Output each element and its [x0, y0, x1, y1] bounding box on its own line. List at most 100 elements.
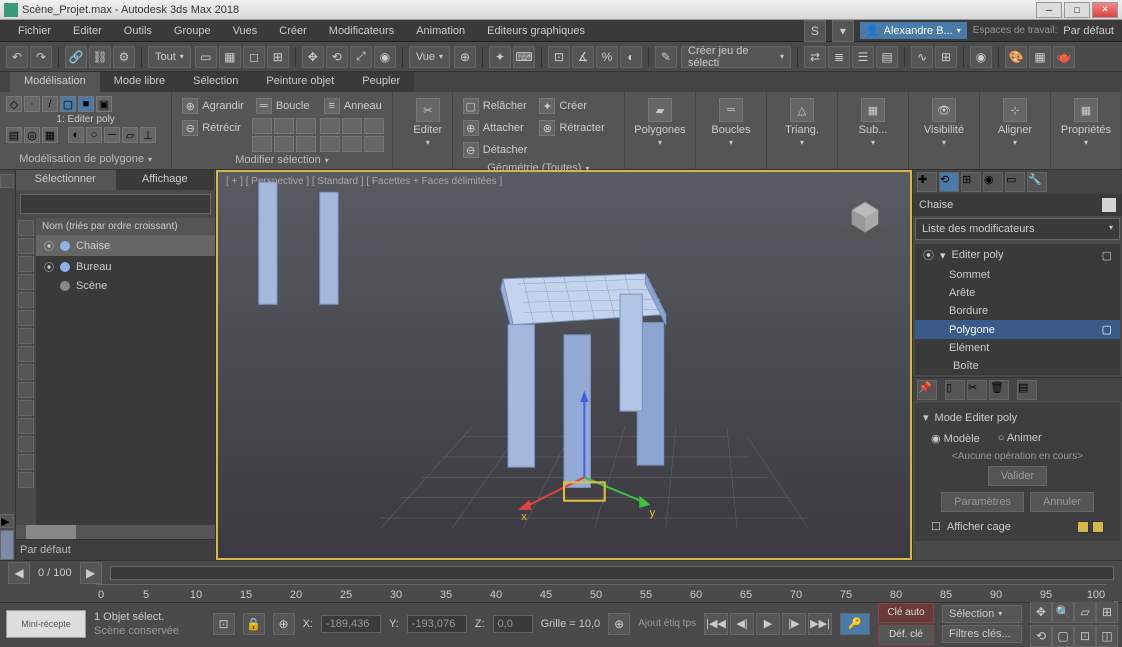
rollout-mode-editer-poly[interactable]: ▾Mode Editer poly	[919, 407, 1116, 428]
panel-title-modsel[interactable]: Modifier sélection▾	[178, 152, 386, 166]
filter-helpers-icon[interactable]	[18, 292, 34, 308]
menu-fichier[interactable]: Fichier	[8, 23, 61, 39]
visibility-icon[interactable]: ⦿	[44, 238, 54, 253]
nav-region-button[interactable]: ◫	[1096, 625, 1118, 647]
modifier-stack-icon[interactable]: ▤	[6, 127, 22, 143]
placement-button[interactable]: ◉	[374, 46, 396, 68]
gutter-thumbnail[interactable]	[0, 530, 14, 560]
subobj-border-icon[interactable]: ▢	[60, 96, 76, 112]
nav-fov-button[interactable]: ▱	[1074, 601, 1096, 623]
stack-polygone[interactable]: Polygone▢	[915, 320, 1120, 339]
add-time-tag-icon[interactable]: ⊕	[608, 613, 630, 635]
radio-modele[interactable]: ◉ Modèle	[931, 432, 980, 445]
tri-panel-button[interactable]: △Triang.▾	[773, 96, 831, 149]
nav-max-button[interactable]: ▢	[1052, 625, 1074, 647]
schematic-view-button[interactable]: ⊞	[935, 46, 957, 68]
filter-lights-icon[interactable]	[18, 256, 34, 272]
show-end-result-icon[interactable]: ▯	[945, 380, 965, 400]
scene-search-input[interactable]	[20, 194, 211, 214]
ribbon-tab-selection[interactable]: Sélection	[179, 72, 252, 92]
subdiv-panel-button[interactable]: ▦Sub...▾	[844, 96, 902, 149]
filter-geom-icon[interactable]	[18, 220, 34, 236]
scene-item-bureau[interactable]: ⦿Bureau	[36, 256, 215, 277]
filter-spacewarps-icon[interactable]	[18, 310, 34, 326]
nav-orbit-button[interactable]: ⟲	[1030, 625, 1052, 647]
next-frame-button[interactable]: |▶	[782, 613, 806, 635]
stack-boite[interactable]: Boîte	[915, 357, 1120, 375]
mirror-button[interactable]: ⇄	[804, 46, 826, 68]
ribbon-tab-mode-libre[interactable]: Mode libre	[100, 72, 179, 92]
percent-snap-button[interactable]: %	[596, 46, 618, 68]
named-selection-dropdown[interactable]: Créer jeu de sélecti▾	[681, 46, 791, 68]
viewcube[interactable]	[840, 192, 890, 242]
scene-item-scene[interactable]: Scène	[36, 277, 215, 295]
ribbon-tab-modelisation[interactable]: Modélisation	[10, 72, 100, 92]
nav-pan-button[interactable]: ✥	[1030, 601, 1052, 623]
redo-button[interactable]: ↷	[30, 46, 52, 68]
time-slider-track[interactable]	[110, 566, 1114, 580]
poly-mode-icon[interactable]: ◇	[6, 96, 22, 112]
render-frame-button[interactable]: ▦	[1029, 46, 1051, 68]
ref-coord-dropdown[interactable]: Vue▾	[409, 46, 450, 68]
filter-shapes-icon[interactable]	[18, 238, 34, 254]
select-region-button[interactable]: ◻	[243, 46, 265, 68]
nav-zoom-all-button[interactable]: ⊞	[1096, 601, 1118, 623]
modify-tab-icon[interactable]: ⟲	[939, 172, 959, 192]
maximize-button[interactable]: □	[1064, 2, 1090, 18]
time-prev-button[interactable]: ◀	[8, 562, 30, 584]
toggle-ribbon-button[interactable]: ▤	[876, 46, 898, 68]
isolate-icon[interactable]: ⊡	[213, 613, 235, 635]
snap-toggle-button[interactable]: ⊡	[548, 46, 570, 68]
workspace-value[interactable]: Par défaut	[1063, 25, 1114, 37]
lock-icon[interactable]: 🔒	[243, 613, 265, 635]
constraint-normal-icon[interactable]: ⊥	[140, 127, 156, 143]
angle-snap-button[interactable]: ∡	[572, 46, 594, 68]
filter-cameras-icon[interactable]	[18, 274, 34, 290]
filter-none-icon[interactable]	[18, 454, 34, 470]
loop-button[interactable]: ═Boucle	[252, 96, 316, 116]
display-tab-icon[interactable]: ▭	[1005, 172, 1025, 192]
utilities-tab-icon[interactable]: 🔧	[1027, 172, 1047, 192]
sel-lock-icon[interactable]: ⊕	[273, 613, 295, 635]
configure-sets-icon[interactable]: ▤	[1017, 380, 1037, 400]
stack-bordure[interactable]: Bordure	[915, 302, 1120, 320]
layers-button[interactable]: ☰	[852, 46, 874, 68]
make-unique-icon[interactable]: ✂	[967, 380, 987, 400]
menu-modificateurs[interactable]: Modificateurs	[319, 23, 404, 39]
subobj-edge-icon[interactable]: /	[42, 96, 58, 112]
align-button[interactable]: ≣	[828, 46, 850, 68]
motion-tab-icon[interactable]: ◉	[983, 172, 1003, 192]
spinner-snap-button[interactable]: ◐	[620, 46, 642, 68]
menu-creer[interactable]: Créer	[269, 23, 317, 39]
filter-groups-icon[interactable]	[18, 328, 34, 344]
scene-hscroll[interactable]	[16, 525, 215, 539]
subobj-polygon-icon[interactable]: ■	[78, 96, 94, 112]
ring-tool-4[interactable]	[320, 136, 340, 152]
ring-tool-2[interactable]	[342, 118, 362, 134]
shrink-button[interactable]: ⊖Rétrécir	[178, 118, 248, 138]
stack-element[interactable]: Elément	[915, 339, 1120, 357]
loop-tool-3[interactable]	[296, 118, 316, 134]
loops-panel-button[interactable]: ═Boucles▾	[702, 96, 760, 149]
link-button[interactable]: 🔗	[65, 46, 87, 68]
menu-editer[interactable]: Editer	[63, 23, 112, 39]
auto-key-button[interactable]: Clé auto	[878, 603, 934, 623]
filter-frozen-icon[interactable]	[18, 400, 34, 416]
rotate-button[interactable]: ⟲	[326, 46, 348, 68]
select-by-name-button[interactable]: ▦	[219, 46, 241, 68]
set-key-mode-button[interactable]: Déf. clé	[878, 625, 934, 645]
radio-animer[interactable]: ○ Animer	[998, 432, 1042, 445]
relax-button[interactable]: ▢Relâcher	[459, 96, 532, 116]
scale-button[interactable]: ⤢	[350, 46, 372, 68]
constraint-none-icon[interactable]: ○	[86, 127, 102, 143]
visibility-icon[interactable]: ⦿	[44, 259, 54, 274]
ring-tool-1[interactable]	[320, 118, 340, 134]
ribbon-tab-peinture[interactable]: Peinture objet	[252, 72, 348, 92]
named-sel-edit-button[interactable]: ✎	[655, 46, 677, 68]
key-filters-button[interactable]: Filtres clés...	[942, 625, 1022, 643]
collapse-button[interactable]: ⊗Rétracter	[535, 118, 608, 138]
ring-button[interactable]: ≡Anneau	[320, 96, 386, 116]
ignore-back-icon[interactable]: ▦	[42, 127, 58, 143]
menu-editeurs-graphiques[interactable]: Editeurs graphiques	[477, 23, 595, 39]
help-dropdown[interactable]: ▾	[832, 20, 854, 42]
